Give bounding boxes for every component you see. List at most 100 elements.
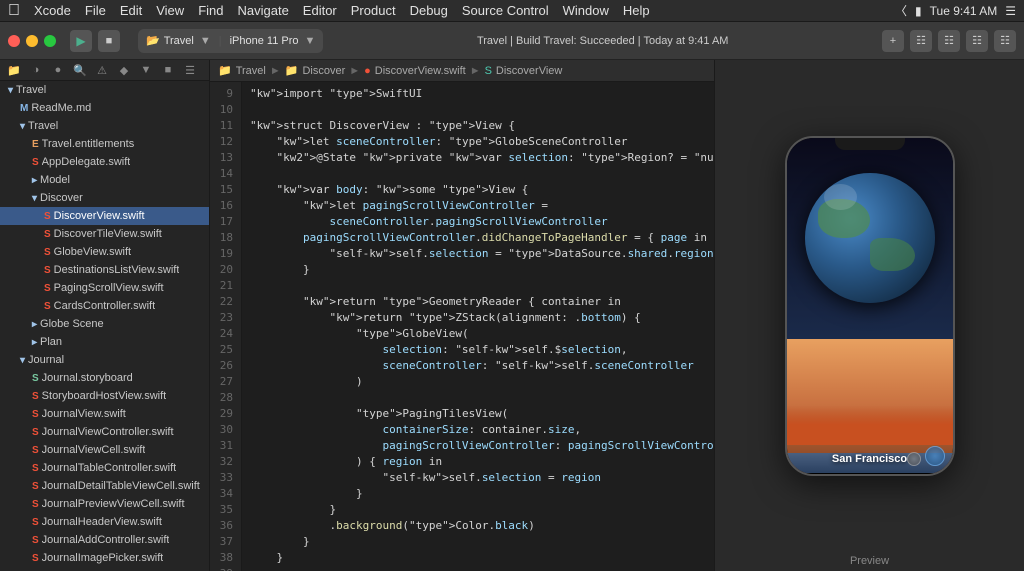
- code-content[interactable]: "kw">import "type">SwiftUI "kw">struct D…: [242, 82, 714, 571]
- code-line[interactable]: }: [250, 534, 706, 550]
- warning-nav-icon[interactable]: ⚠: [92, 60, 112, 80]
- code-line[interactable]: }: [250, 502, 706, 518]
- apple-menu-icon[interactable]: : [8, 2, 20, 20]
- code-line[interactable]: "kw">return "type">GeometryReader { cont…: [250, 294, 706, 310]
- sidebar-item[interactable]: SJournalAddController.swift: [0, 531, 209, 549]
- code-line[interactable]: ): [250, 374, 706, 390]
- sidebar-item[interactable]: SDiscoverTileView.swift: [0, 225, 209, 243]
- code-line[interactable]: selection: "self-kw">self.$selection,: [250, 342, 706, 358]
- fullscreen-button[interactable]: [44, 35, 56, 47]
- inspector-btn[interactable]: ☷: [994, 30, 1016, 52]
- menu-source-control[interactable]: Source Control: [456, 3, 555, 18]
- menu-file[interactable]: File: [79, 3, 112, 18]
- code-line[interactable]: [250, 102, 706, 118]
- sidebar-item[interactable]: SJournalHeaderView.swift: [0, 513, 209, 531]
- code-line[interactable]: }: [250, 262, 706, 278]
- breadcrumb-discover[interactable]: Discover: [302, 65, 345, 77]
- breakpoint-nav-icon[interactable]: ■: [158, 60, 178, 80]
- sidebar-item[interactable]: SJournal.storyboard: [0, 369, 209, 387]
- code-line[interactable]: "kw">let pagingScrollViewController =: [250, 198, 706, 214]
- layout-btn2[interactable]: ☷: [938, 30, 960, 52]
- code-line[interactable]: }: [250, 550, 706, 566]
- add-button[interactable]: +: [882, 30, 904, 52]
- code-line[interactable]: [250, 166, 706, 182]
- code-line[interactable]: .background("type">Color.black): [250, 518, 706, 534]
- test-nav-icon[interactable]: ◆: [114, 60, 134, 80]
- code-line[interactable]: [250, 390, 706, 406]
- breadcrumb-travel[interactable]: Travel: [236, 65, 266, 77]
- menu-xcode[interactable]: Xcode: [28, 3, 77, 18]
- minimize-button[interactable]: [26, 35, 38, 47]
- code-line[interactable]: }: [250, 486, 706, 502]
- code-line[interactable]: "kw2">@State "kw">private "kw">var selec…: [250, 150, 706, 166]
- sidebar-item[interactable]: ▾Travel: [0, 117, 209, 135]
- code-line[interactable]: "self-kw">self.selection = region: [250, 470, 706, 486]
- code-line[interactable]: sceneController.pagingScrollViewControll…: [250, 214, 706, 230]
- code-line[interactable]: "type">GlobeView(: [250, 326, 706, 342]
- sidebar-item[interactable]: SCardsController.swift: [0, 297, 209, 315]
- sidebar-item[interactable]: SGlobeView.swift: [0, 243, 209, 261]
- close-button[interactable]: [8, 35, 20, 47]
- code-line[interactable]: "kw">import "type">SwiftUI: [250, 86, 706, 102]
- code-line[interactable]: sceneController: "self-kw">self.sceneCon…: [250, 358, 706, 374]
- menu-debug[interactable]: Debug: [404, 3, 454, 18]
- code-line[interactable]: "kw">return "type">ZStack(alignment: .bo…: [250, 310, 706, 326]
- menu-window[interactable]: Window: [557, 3, 615, 18]
- sidebar-item[interactable]: ▸Plan: [0, 333, 209, 351]
- sidebar-item[interactable]: SStoryboardHostView.swift: [0, 387, 209, 405]
- sidebar-item[interactable]: SRoundedCornerButton.swift: [0, 567, 209, 571]
- report-nav-icon[interactable]: ☰: [180, 60, 200, 80]
- code-line[interactable]: "kw">struct DiscoverView : "type">View {: [250, 118, 706, 134]
- code-line[interactable]: [250, 278, 706, 294]
- breadcrumb-file[interactable]: DiscoverView.swift: [375, 65, 466, 77]
- sidebar-item[interactable]: SJournalView.swift: [0, 405, 209, 423]
- code-line[interactable]: pagingScrollViewController.didChangeToPa…: [250, 230, 706, 246]
- sidebar-item[interactable]: SJournalImagePicker.swift: [0, 549, 209, 567]
- breadcrumb-symbol[interactable]: DiscoverView: [496, 65, 562, 77]
- sidebar-item[interactable]: SJournalPreviewViewCell.swift: [0, 495, 209, 513]
- layout-btn1[interactable]: ☷: [910, 30, 932, 52]
- sidebar-item[interactable]: ▸Globe Scene: [0, 315, 209, 333]
- debug-nav-icon[interactable]: ▼: [136, 60, 156, 80]
- menu-editor[interactable]: Editor: [297, 3, 343, 18]
- code-line[interactable]: "kw">let sceneController: "type">GlobeSc…: [250, 134, 706, 150]
- sidebar-item[interactable]: SJournalViewCell.swift: [0, 441, 209, 459]
- menu-product[interactable]: Product: [345, 3, 402, 18]
- code-line[interactable]: "self-kw">self.selection = "type">DataSo…: [250, 246, 706, 262]
- stop-button[interactable]: ■: [98, 30, 120, 52]
- phone-control-button2[interactable]: [907, 452, 921, 466]
- code-line[interactable]: [250, 566, 706, 571]
- code-editor[interactable]: 9101112131415161718192021222324252627282…: [210, 82, 714, 571]
- code-line[interactable]: "type">PagingTilesView(: [250, 406, 706, 422]
- sidebar-item[interactable]: SPagingScrollView.swift: [0, 279, 209, 297]
- sidebar-item[interactable]: ▾Journal: [0, 351, 209, 369]
- code-line[interactable]: containerSize: container.size,: [250, 422, 706, 438]
- sidebar-item[interactable]: SAppDelegate.swift: [0, 153, 209, 171]
- sidebar-item[interactable]: ▾Discover: [0, 189, 209, 207]
- sidebar-item[interactable]: ▸Model: [0, 171, 209, 189]
- search-icon[interactable]: ☰: [1005, 4, 1016, 18]
- scheme-selector[interactable]: 📂 Travel ▼ | iPhone 11 Pro ▼: [138, 29, 323, 53]
- sidebar-item[interactable]: SJournalViewController.swift: [0, 423, 209, 441]
- sidebar-item[interactable]: SJournalTableController.swift: [0, 459, 209, 477]
- phone-control-button[interactable]: [925, 446, 945, 466]
- menu-navigate[interactable]: Navigate: [231, 3, 294, 18]
- run-button[interactable]: ▶: [70, 30, 92, 52]
- source-control-nav-icon[interactable]: ◑: [26, 60, 46, 80]
- menu-view[interactable]: View: [150, 3, 190, 18]
- sidebar-item[interactable]: SJournalDetailTableViewCell.swift: [0, 477, 209, 495]
- code-line[interactable]: "kw">var body: "kw">some "type">View {: [250, 182, 706, 198]
- sidebar-item[interactable]: MReadMe.md: [0, 99, 209, 117]
- symbol-nav-icon[interactable]: ●: [48, 60, 68, 80]
- menu-find[interactable]: Find: [192, 3, 229, 18]
- sidebar-item[interactable]: ▾Travel: [0, 81, 209, 99]
- folder-nav-icon[interactable]: 📁: [4, 60, 24, 80]
- search-nav-icon[interactable]: 🔍: [70, 60, 90, 80]
- sidebar-item[interactable]: ETravel.entitlements: [0, 135, 209, 153]
- sidebar-item[interactable]: SDestinationsListView.swift: [0, 261, 209, 279]
- menu-help[interactable]: Help: [617, 3, 656, 18]
- layout-btn3[interactable]: ☷: [966, 30, 988, 52]
- menu-edit[interactable]: Edit: [114, 3, 148, 18]
- code-line[interactable]: pagingScrollViewController: pagingScroll…: [250, 438, 706, 454]
- code-line[interactable]: ) { region in: [250, 454, 706, 470]
